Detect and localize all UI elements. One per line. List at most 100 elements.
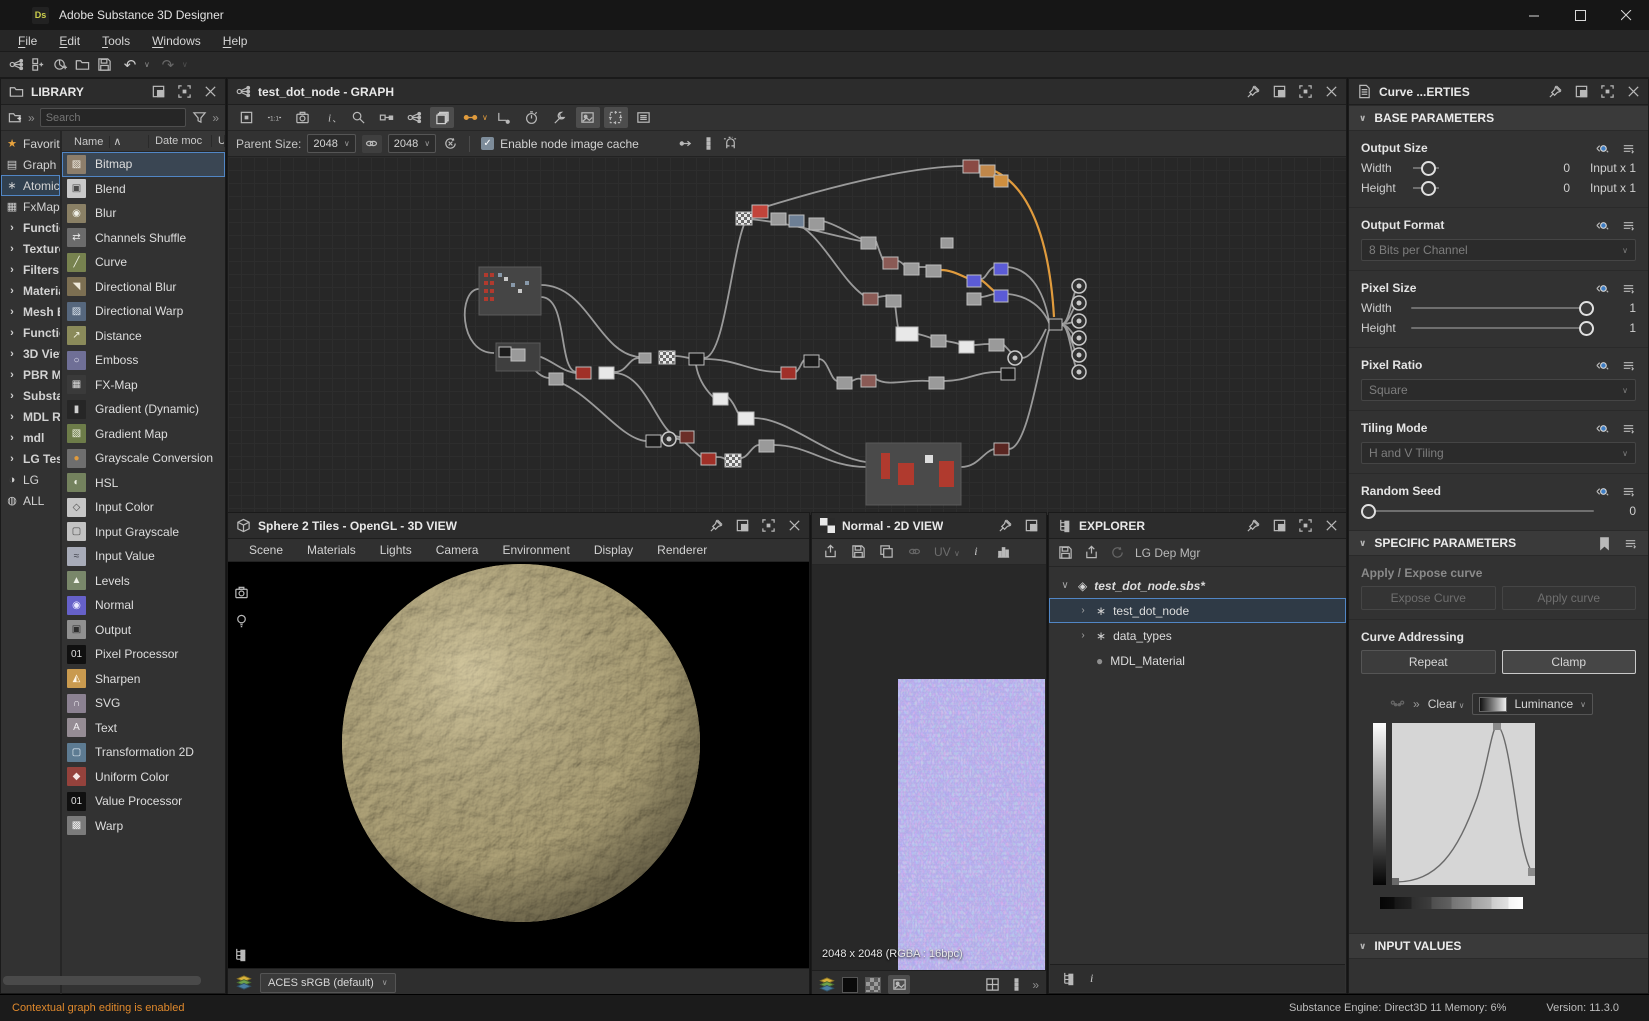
tools-button[interactable] (548, 107, 572, 128)
properties-float-icon[interactable] (1573, 84, 1589, 100)
menu-windows[interactable]: Windows (142, 32, 211, 50)
menu-help[interactable]: Help (213, 32, 258, 50)
scene-tree-icon[interactable] (232, 946, 248, 962)
link-wh-icon[interactable] (362, 135, 382, 153)
node-creation-button[interactable] (402, 107, 426, 128)
library-item-svg[interactable]: ∩SVG (62, 691, 225, 716)
expose-tiling-mode-icon[interactable] (1594, 420, 1610, 436)
pixel-ratio-menu-icon[interactable] (1620, 357, 1636, 373)
chevron-icon[interactable]: ∨ (1059, 580, 1071, 591)
display-stack-button[interactable] (430, 107, 454, 128)
explorer-maximize-icon[interactable] (1297, 518, 1313, 534)
library-tree-item-filters[interactable]: ›Filters (1, 259, 60, 280)
explorer-item-test-dot-node-sbs-[interactable]: ∨◈test_dot_node.sbs* (1049, 573, 1346, 598)
explorer-info-button[interactable]: i (1090, 971, 1093, 986)
link-style-button[interactable] (458, 107, 482, 128)
explorer-close-icon[interactable] (1323, 518, 1339, 534)
output-format-select[interactable]: 8 Bits per Channel∨ (1361, 239, 1636, 261)
pixel-size-height-slider[interactable] (1411, 327, 1594, 329)
menu-file[interactable]: File (8, 32, 47, 50)
list-view-button[interactable] (632, 107, 656, 128)
undo-menu-arrow[interactable]: ∨ (144, 60, 150, 69)
graph-canvas[interactable] (228, 157, 1346, 515)
expose-output-format-icon[interactable] (1594, 217, 1610, 233)
background-image-button[interactable] (888, 975, 910, 994)
copy-image-button[interactable] (874, 541, 898, 562)
graph-close-icon[interactable] (1323, 84, 1339, 100)
library-item-pixel-processor[interactable]: 01Pixel Processor (62, 642, 225, 667)
menu-edit[interactable]: Edit (49, 32, 90, 50)
histogram-button[interactable] (992, 541, 1016, 562)
dependency-manager-label[interactable]: LG Dep Mgr (1135, 546, 1200, 560)
tiling-mode-menu-icon[interactable] (1620, 420, 1636, 436)
grid-toggle-icon[interactable] (984, 977, 1000, 993)
pixel-size-height-value[interactable]: 1 (1602, 321, 1636, 335)
base-parameters-header[interactable]: ∨ BASE PARAMETERS (1349, 105, 1648, 131)
fit-view-button[interactable] (234, 107, 258, 128)
grid-snap-button[interactable] (604, 107, 628, 128)
link-creation-button[interactable] (374, 107, 398, 128)
clamp-button[interactable]: Clamp (1502, 650, 1637, 674)
output-format-menu-icon[interactable] (1620, 217, 1636, 233)
library-tree-item-functions[interactable]: ›Functions (1, 322, 60, 343)
uv-select[interactable]: UV ∨ (934, 545, 960, 559)
library-item-value-processor[interactable]: 01Value Processor (62, 789, 225, 814)
library-tree-item-graph[interactable]: ▤Graph (1, 154, 60, 175)
output-size-menu-icon[interactable] (1620, 140, 1636, 156)
snap-magnet-icon[interactable] (723, 136, 739, 152)
column-url[interactable]: Url (212, 135, 225, 147)
compute-time-button[interactable] (520, 107, 544, 128)
open-button[interactable] (74, 57, 90, 73)
view2d-float-icon[interactable] (1023, 518, 1039, 534)
library-item-normal[interactable]: ◉Normal (62, 593, 225, 618)
library-tree-item-lg-test[interactable]: ›LG Test (1, 448, 60, 469)
library-maximize-icon[interactable] (176, 84, 192, 100)
library-search-input[interactable] (40, 108, 187, 127)
zoom-button[interactable] (346, 107, 370, 128)
library-item-uniform-color[interactable]: ◆Uniform Color (62, 765, 225, 790)
random-seed-slider[interactable] (1361, 510, 1594, 512)
library-item-transformation-2d[interactable]: ▢Transformation 2D (62, 740, 225, 765)
library-item-bitmap[interactable]: ▨Bitmap (62, 152, 225, 177)
reset-size-icon[interactable] (442, 136, 458, 152)
library-item-blur[interactable]: ◉Blur (62, 201, 225, 226)
colorspace-layers-icon[interactable] (236, 975, 252, 991)
library-tree-item-fxmap[interactable]: ▦FxMap (1, 196, 60, 217)
library-tree-item-lg[interactable]: ◑LG (1, 469, 60, 490)
curve-plot-area[interactable] (1392, 723, 1535, 885)
chevron-icon[interactable]: › (1077, 605, 1089, 616)
properties-close-icon[interactable] (1625, 84, 1641, 100)
view3d-pin-icon[interactable] (708, 518, 724, 534)
view3d-close-icon[interactable] (786, 518, 802, 534)
explorer-item-mdl-material[interactable]: ●MDL_Material (1049, 648, 1346, 673)
properties-maximize-icon[interactable] (1599, 84, 1615, 100)
chevron-icon[interactable]: › (1077, 630, 1089, 641)
library-item-distance[interactable]: ↗Distance (62, 324, 225, 349)
view3d-menu-display[interactable]: Display (583, 541, 644, 559)
library-item-output[interactable]: ▣Output (62, 618, 225, 643)
view3d-menu-scene[interactable]: Scene (238, 541, 294, 559)
elbow-link-button[interactable] (492, 107, 516, 128)
view3d-maximize-icon[interactable] (760, 518, 776, 534)
output-size-height-slider[interactable] (1413, 187, 1439, 189)
library-tree-item-3d-view[interactable]: ›3D View (1, 343, 60, 364)
library-item-input-value[interactable]: ≈Input Value (62, 544, 225, 569)
column-date[interactable]: Date moc (149, 135, 212, 147)
output-size-height-value[interactable]: 0 (1536, 181, 1570, 195)
output-size-height-mult[interactable]: Input x 1 (1578, 181, 1636, 195)
filter-icon[interactable] (191, 110, 207, 126)
expose-pixel-size-icon[interactable] (1594, 280, 1610, 296)
graph-pin-icon[interactable] (1245, 84, 1261, 100)
view3d-menu-renderer[interactable]: Renderer (646, 541, 718, 559)
parent-height-select[interactable]: 2048∨ (388, 134, 436, 153)
library-tree-item-pbr-ma[interactable]: ›PBR Ma (1, 364, 60, 385)
library-item-directional-blur[interactable]: ◥Directional Blur (62, 275, 225, 300)
export-package-icon[interactable] (1083, 545, 1099, 561)
library-close-icon[interactable] (202, 84, 218, 100)
info-mode-button[interactable]: i (318, 107, 342, 128)
link-view-button[interactable] (902, 541, 926, 562)
pixel-ratio-select[interactable]: Square∨ (1361, 379, 1636, 401)
save-button[interactable] (96, 57, 112, 73)
library-item-text[interactable]: AText (62, 716, 225, 741)
explorer-pin-icon[interactable] (1245, 518, 1261, 534)
